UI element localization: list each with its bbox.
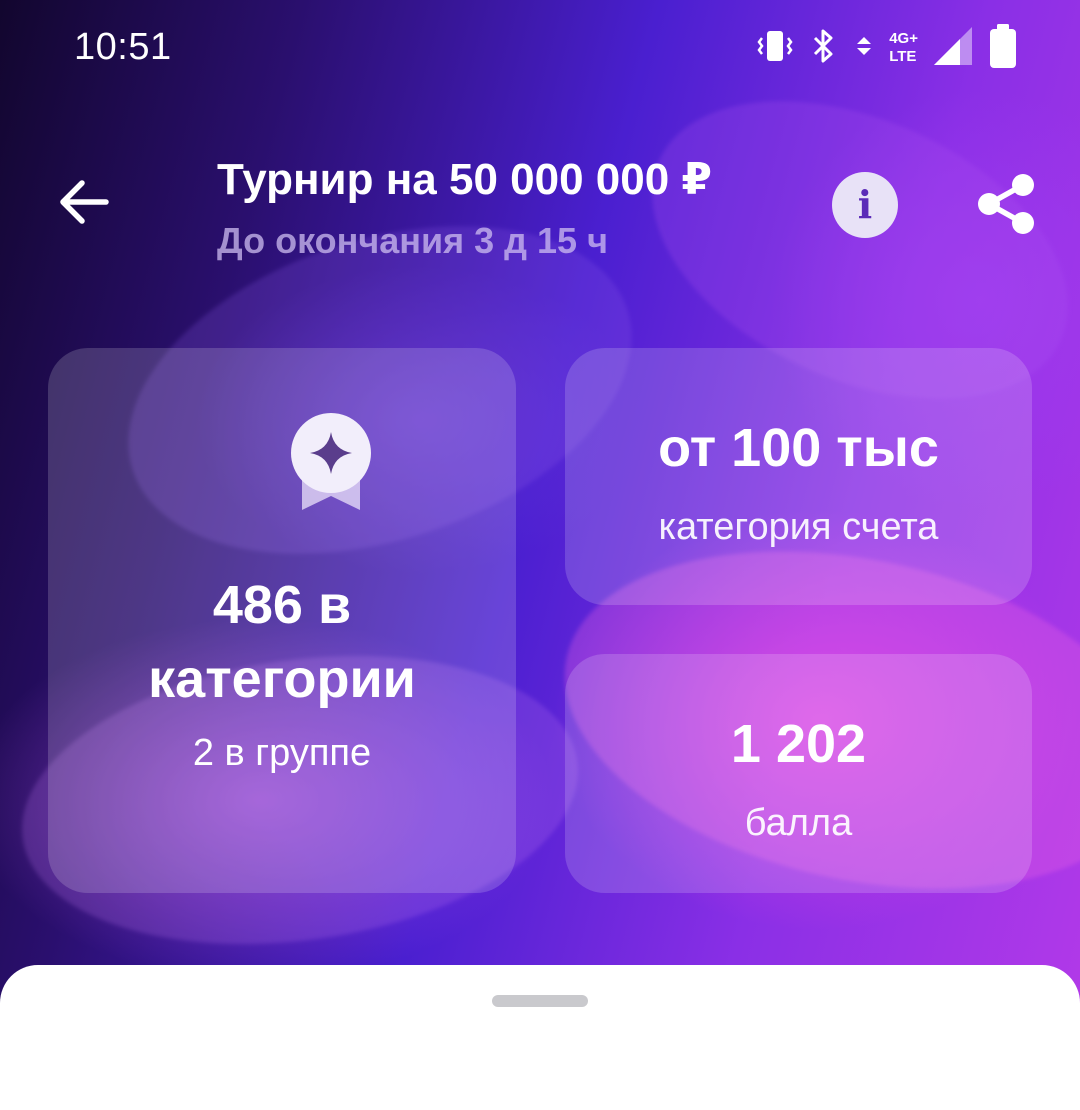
back-arrow-icon [56, 174, 112, 235]
group-rank: 2 в группе [192, 732, 372, 774]
network-type-bottom: LTE [889, 48, 917, 65]
rank-value: 486 в категории [48, 568, 516, 716]
data-arrows-icon [853, 26, 875, 71]
share-icon [973, 171, 1039, 242]
points-card[interactable]: 1 202 балла [565, 654, 1032, 893]
network-type: 4G+ LTE [889, 30, 918, 66]
status-time: 10:51 [74, 26, 172, 68]
points-label: балла [744, 802, 853, 844]
battery-icon [988, 23, 1018, 74]
network-type-top: 4G+ [889, 30, 918, 47]
header: Турнир на 50 000 000 ₽ До окончания 3 д … [0, 140, 1080, 280]
page-title: Турнир на 50 000 000 ₽ [217, 155, 713, 204]
signal-icon [932, 25, 974, 72]
bottom-sheet [0, 965, 1080, 1110]
vibrate-icon [755, 26, 795, 71]
info-button[interactable]: i [832, 172, 898, 238]
sheet-drag-handle[interactable] [492, 995, 588, 1007]
rank-line-1: 486 в [212, 575, 352, 635]
points-value: 1 202 [730, 714, 867, 774]
medal-icon [290, 412, 372, 512]
rank-line-2: категории [148, 649, 416, 709]
account-category-value: от 100 тыс [658, 418, 939, 478]
bluetooth-icon [809, 26, 839, 71]
status-bar: 10:51 4G+ LTE [0, 0, 1080, 100]
account-category-label: категория счета [658, 506, 939, 548]
account-category-card[interactable]: от 100 тыс категория счета [565, 348, 1032, 605]
info-icon: i [857, 182, 873, 227]
rank-card[interactable]: 486 в категории 2 в группе [48, 348, 516, 893]
time-remaining: До окончания 3 д 15 ч [217, 220, 608, 261]
back-button[interactable] [52, 172, 116, 236]
status-icons: 4G+ LTE [755, 23, 1018, 74]
screen: 10:51 4G+ LTE Турнир на 50 000 000 ₽ До … [0, 0, 1080, 1110]
share-button[interactable] [968, 168, 1044, 244]
